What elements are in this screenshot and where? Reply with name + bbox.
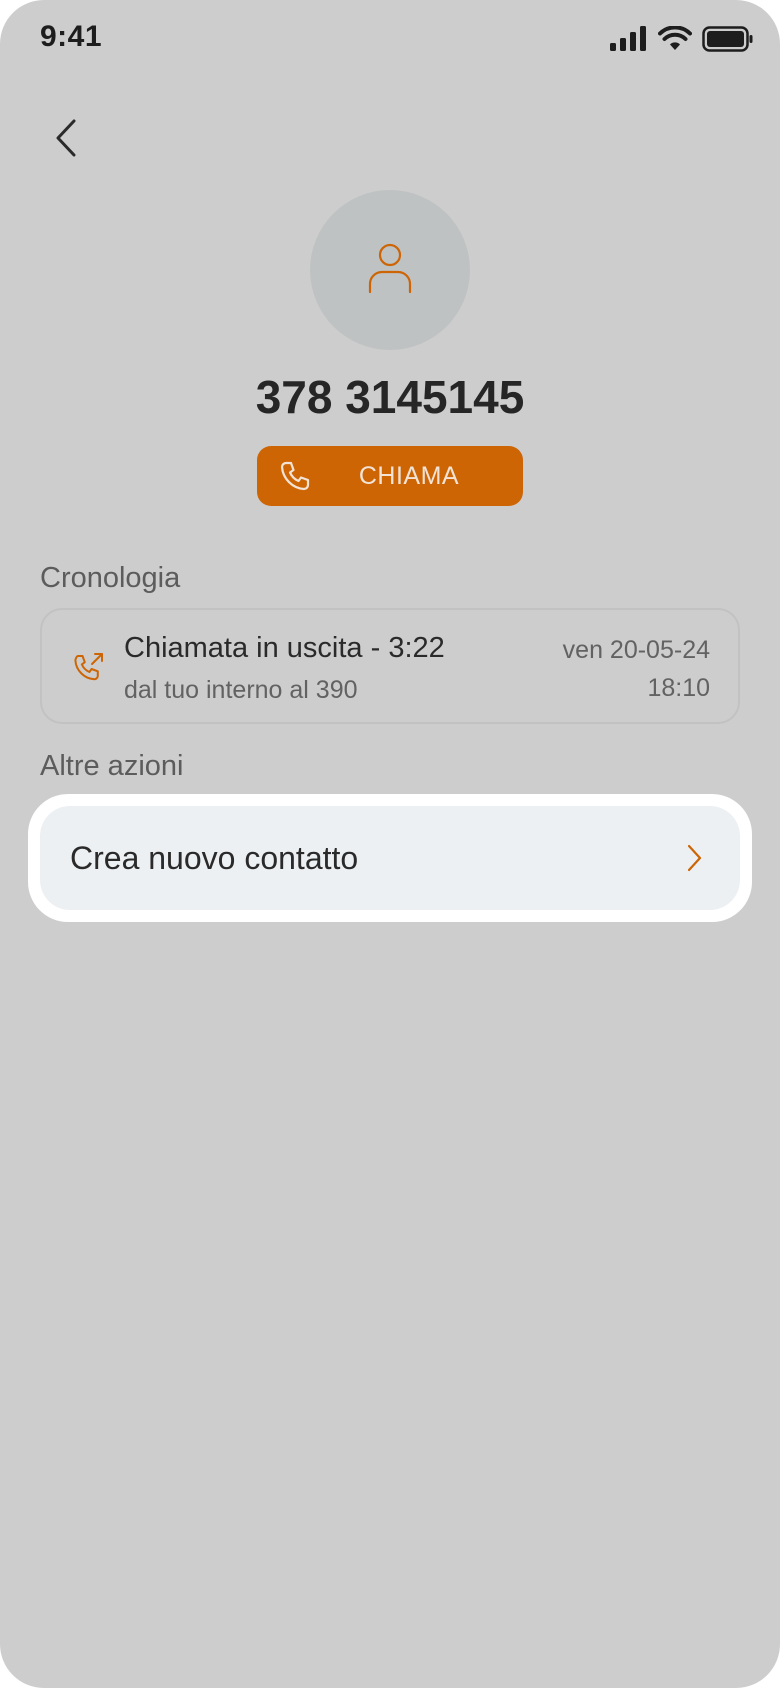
phone-icon bbox=[279, 460, 311, 497]
history-entry[interactable]: Chiamata in uscita - 3:22 dal tuo intern… bbox=[40, 608, 740, 724]
person-icon bbox=[365, 242, 415, 299]
call-button-label: CHIAMA bbox=[358, 462, 460, 490]
phone-number: 378 3145145 bbox=[255, 371, 525, 423]
chevron-right-icon bbox=[686, 844, 702, 877]
signal-icon bbox=[610, 26, 648, 52]
actions-section-label: Altre azioni bbox=[40, 750, 184, 782]
history-section-label: Cronologia bbox=[40, 562, 181, 594]
contact-avatar bbox=[310, 190, 470, 350]
status-time: 9:41 bbox=[40, 20, 103, 53]
outgoing-call-icon bbox=[72, 650, 106, 689]
status-icons bbox=[610, 26, 754, 52]
back-button[interactable] bbox=[44, 112, 88, 168]
battery-icon bbox=[702, 26, 754, 52]
wifi-icon bbox=[658, 26, 692, 52]
create-contact-button[interactable]: Crea nuovo contatto bbox=[40, 806, 740, 910]
create-contact-label: Crea nuovo contatto bbox=[70, 840, 359, 876]
contact-detail-screen: 9:41 378 3145145 CHIAMA Cronologia Chiam… bbox=[0, 0, 780, 1688]
chevron-left-icon bbox=[54, 118, 78, 163]
call-button[interactable]: CHIAMA bbox=[257, 446, 523, 506]
history-entry-date: ven 20-05-24 bbox=[562, 636, 710, 664]
history-entry-subtitle: dal tuo interno al 390 bbox=[124, 676, 358, 704]
history-entry-time: 18:10 bbox=[647, 674, 710, 702]
history-entry-title: Chiamata in uscita - 3:22 bbox=[124, 632, 445, 664]
